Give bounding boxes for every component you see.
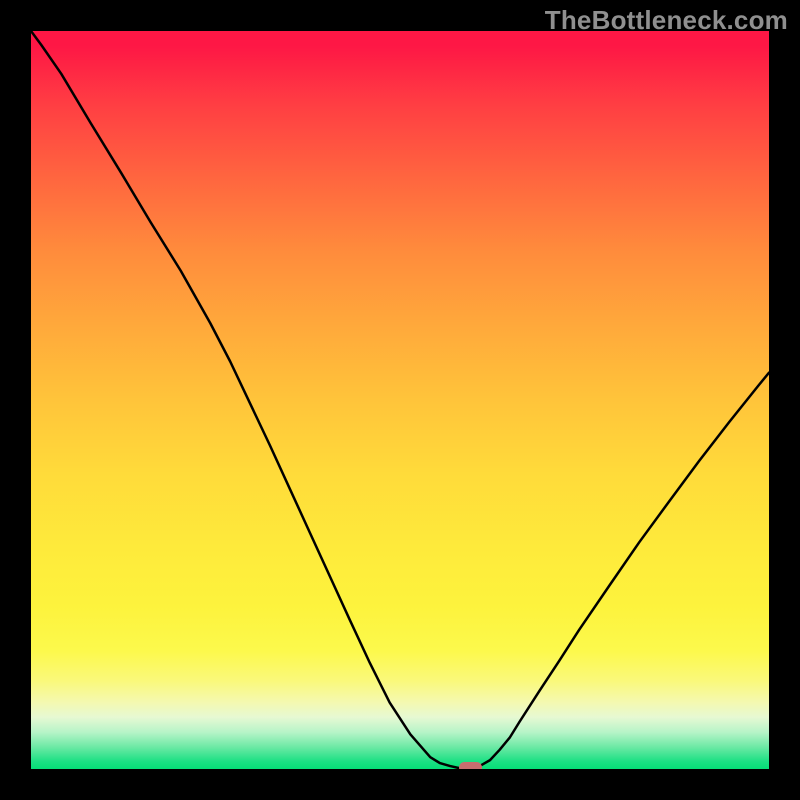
curve-path xyxy=(31,31,769,768)
chart-frame: TheBottleneck.com xyxy=(0,0,800,800)
plot-area xyxy=(31,31,769,769)
optimal-point-marker xyxy=(459,762,482,769)
bottleneck-curve xyxy=(31,31,769,769)
